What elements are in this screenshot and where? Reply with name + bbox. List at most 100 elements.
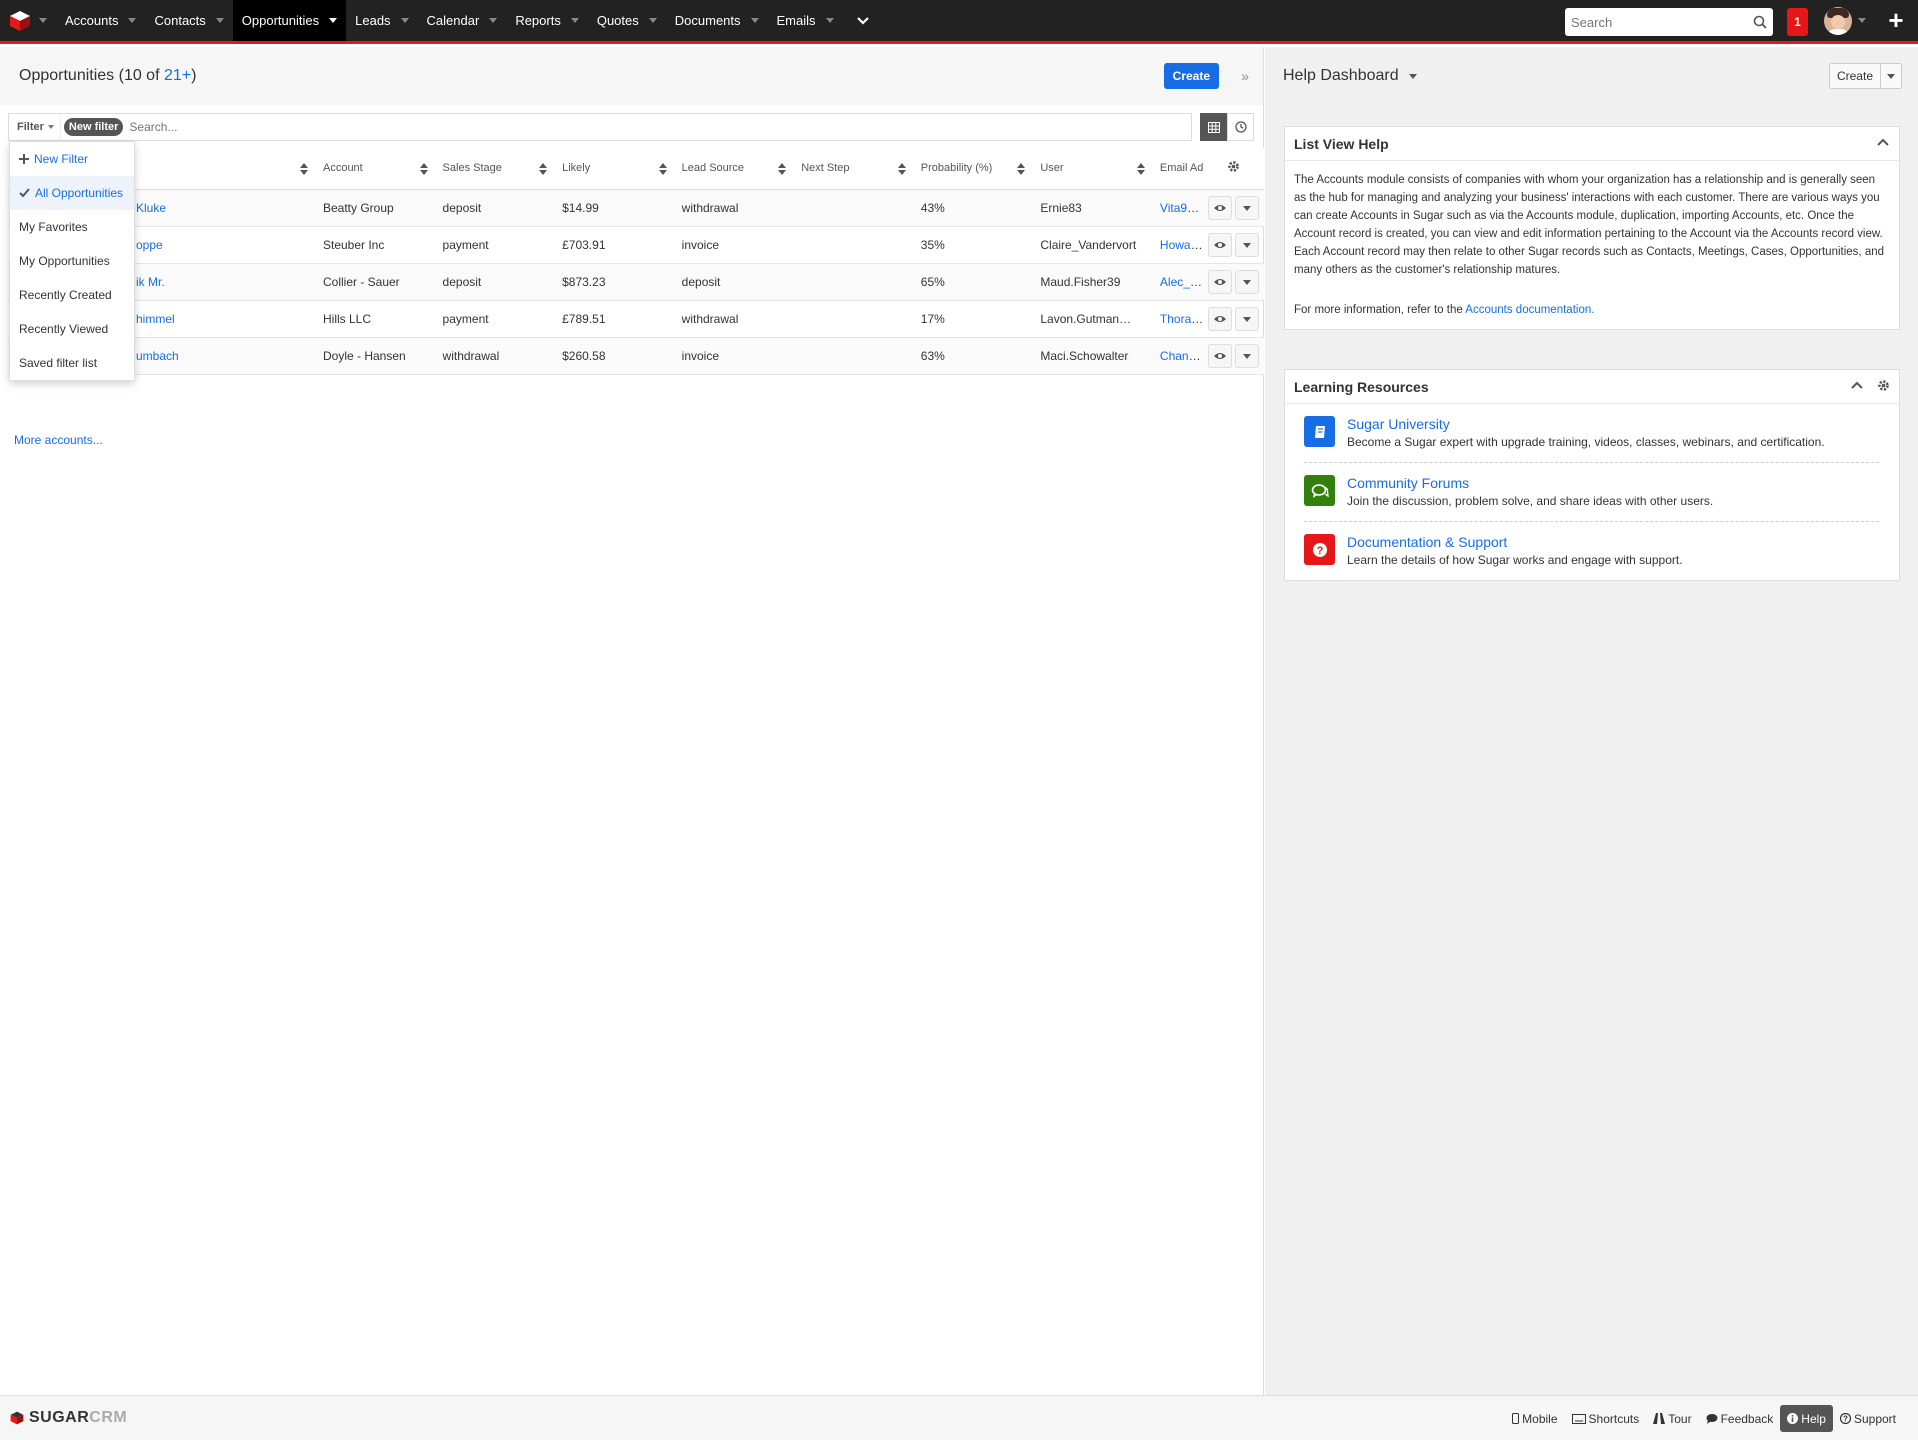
nav-accounts[interactable]: Accounts — [56, 0, 145, 41]
filter-dropdown-button[interactable]: Filter — [9, 114, 61, 140]
email-cell[interactable]: Vita92@h — [1151, 189, 1204, 227]
footer-tour-button[interactable]: Tour — [1646, 1405, 1698, 1432]
chevron-down-icon[interactable] — [215, 18, 224, 23]
preview-button[interactable] — [1208, 195, 1233, 220]
nav-more-modules[interactable] — [843, 0, 883, 41]
nav-opportunities[interactable]: Opportunities — [232, 0, 347, 41]
footer-help-button[interactable]: Help — [1780, 1405, 1833, 1432]
comment-icon — [1706, 1414, 1718, 1424]
list-view-toggle[interactable] — [1200, 113, 1227, 141]
column-header[interactable]: Next Step — [793, 148, 913, 190]
chevron-down-icon[interactable] — [128, 18, 137, 23]
filter-option-all-opportunities[interactable]: All Opportunities — [10, 176, 134, 210]
filter-option-recently-viewed[interactable]: Recently Viewed — [10, 312, 134, 346]
email-cell[interactable]: Alec_Effe — [1151, 263, 1204, 301]
chevron-up-icon[interactable] — [1851, 380, 1863, 390]
nav-quotes[interactable]: Quotes — [588, 0, 666, 41]
column-header[interactable]: Likely — [554, 148, 674, 190]
plus-icon — [19, 154, 29, 164]
column-header[interactable]: Probability (%) — [912, 148, 1033, 190]
row-actions-dropdown[interactable] — [1235, 343, 1260, 368]
chevron-down-icon[interactable] — [329, 18, 338, 23]
nav-reports[interactable]: Reports — [506, 0, 588, 41]
dashboard-title[interactable]: Help Dashboard — [1283, 67, 1417, 85]
footer-shortcuts-button[interactable]: Shortcuts — [1565, 1405, 1647, 1432]
quick-create-plus-icon[interactable]: + — [1874, 0, 1918, 41]
search-icon[interactable] — [1753, 15, 1767, 29]
global-search-input[interactable] — [1565, 8, 1773, 36]
sort-icon — [299, 163, 308, 175]
nav-emails[interactable]: Emails — [768, 0, 843, 41]
chevron-down-icon[interactable] — [750, 18, 759, 23]
nav-label: Contacts — [154, 13, 206, 28]
documentation-support-link[interactable]: Documentation & Support — [1347, 534, 1683, 551]
dashboard-create-label[interactable]: Create — [1830, 64, 1881, 88]
email-cell[interactable]: Howard4 — [1151, 226, 1204, 264]
filter-option-my-favorites[interactable]: My Favorites — [10, 210, 134, 244]
total-count-link[interactable]: 21+ — [164, 67, 191, 84]
gear-icon[interactable] — [1877, 379, 1890, 392]
column-header[interactable]: User — [1032, 148, 1152, 190]
chevron-down-icon[interactable] — [648, 18, 657, 23]
notifications-badge[interactable]: 1 — [1787, 8, 1808, 36]
more-accounts-link[interactable]: More accounts... — [14, 433, 103, 447]
next-step-cell — [793, 337, 913, 375]
account-cell: Beatty Group — [314, 189, 435, 227]
dashboard-create-dropdown[interactable] — [1881, 64, 1901, 88]
column-header[interactable]: Sales Stage — [434, 148, 555, 190]
probability-cell: 43% — [912, 189, 1033, 227]
footer-feedback-button[interactable]: Feedback — [1699, 1405, 1781, 1432]
nav-contacts[interactable]: Contacts — [145, 0, 232, 41]
chevron-down-icon — [1243, 279, 1252, 285]
keyboard-icon — [1571, 1413, 1586, 1424]
nav-documents[interactable]: Documents — [666, 0, 768, 41]
chevron-up-icon[interactable] — [1877, 137, 1889, 147]
filter-option-my-opportunities[interactable]: My Opportunities — [10, 244, 134, 278]
chevron-down-icon[interactable] — [570, 18, 579, 23]
accounts-documentation-link[interactable]: Accounts documentation. — [1465, 304, 1594, 316]
filter-option-label: New Filter — [34, 152, 89, 166]
chevron-down-icon — [1858, 18, 1866, 23]
column-header[interactable]: Account — [314, 148, 435, 190]
preview-button[interactable] — [1208, 306, 1233, 331]
activity-stream-toggle[interactable] — [1227, 113, 1254, 141]
footer-support-button[interactable]: ? Support — [1833, 1405, 1903, 1432]
sugar-university-link[interactable]: Sugar University — [1347, 416, 1825, 433]
sugar-logo-menu[interactable] — [0, 0, 56, 41]
toggle-sidebar-icon[interactable]: » — [1241, 68, 1249, 84]
nav-calendar[interactable]: Calendar — [418, 0, 507, 41]
column-settings[interactable] — [1203, 148, 1264, 190]
list-search-input[interactable] — [123, 120, 1191, 134]
row-actions-dropdown[interactable] — [1235, 306, 1260, 331]
filter-option-recently-created[interactable]: Recently Created — [10, 278, 134, 312]
preview-button[interactable] — [1208, 232, 1233, 257]
row-actions-dropdown[interactable] — [1235, 195, 1260, 220]
chevron-down-icon — [39, 18, 47, 23]
new-filter-pill[interactable]: New filter — [63, 118, 124, 136]
svg-text:?: ? — [1316, 545, 1323, 557]
preview-button[interactable] — [1208, 269, 1233, 294]
chevron-down-icon[interactable] — [489, 18, 498, 23]
list-header: Opportunities (10 of 21+) Create » — [0, 47, 1263, 105]
filter-option-new-filter[interactable]: New Filter — [10, 142, 134, 176]
stage-cell: payment — [434, 226, 555, 264]
email-cell[interactable]: Thora.Ha — [1151, 300, 1204, 338]
sugarcrm-logo[interactable]: SUGARCRM — [10, 1409, 127, 1427]
nav-leads[interactable]: Leads — [346, 0, 417, 41]
email-cell[interactable]: Chanel_E — [1151, 337, 1204, 375]
nav-label: Calendar — [426, 13, 480, 28]
column-header[interactable]: Email Adc — [1151, 148, 1204, 190]
create-button[interactable]: Create — [1163, 63, 1219, 89]
chevron-down-icon[interactable] — [400, 18, 409, 23]
learning-resources-list: Sugar University Become a Sugar expert w… — [1285, 404, 1899, 580]
row-actions-dropdown[interactable] — [1235, 269, 1260, 294]
column-header[interactable]: Lead Source — [673, 148, 794, 190]
page-title: Opportunities (10 of 21+) — [19, 67, 196, 85]
community-forums-link[interactable]: Community Forums — [1347, 475, 1713, 492]
preview-button[interactable] — [1208, 343, 1233, 368]
row-actions-dropdown[interactable] — [1235, 232, 1260, 257]
chevron-down-icon[interactable] — [825, 18, 834, 23]
footer-mobile-button[interactable]: Mobile — [1505, 1405, 1564, 1432]
user-menu[interactable] — [1824, 0, 1866, 41]
filter-option-saved-filter-list[interactable]: Saved filter list — [10, 346, 134, 380]
